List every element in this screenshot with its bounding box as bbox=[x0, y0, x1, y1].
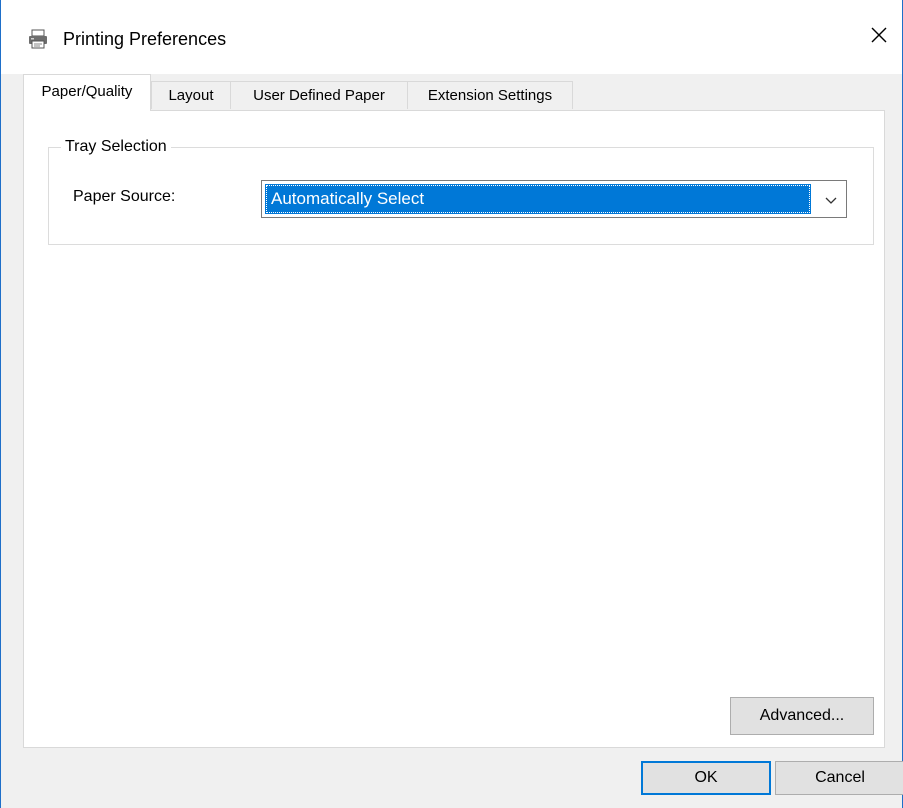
ok-button[interactable]: OK bbox=[641, 761, 771, 795]
tab-label: Paper/Quality bbox=[41, 83, 133, 100]
group-legend: Tray Selection bbox=[61, 136, 171, 158]
tab-extension-settings[interactable]: Extension Settings bbox=[407, 81, 573, 109]
close-button[interactable] bbox=[856, 12, 902, 58]
window-title: Printing Preferences bbox=[63, 29, 227, 49]
paper-source-value: Automatically Select bbox=[265, 184, 811, 214]
paper-quality-panel: Tray Selection Paper Source: Automatical… bbox=[23, 110, 885, 748]
tab-layout[interactable]: Layout bbox=[151, 81, 231, 109]
chevron-down-icon bbox=[824, 193, 838, 207]
advanced-button[interactable]: Advanced... bbox=[730, 697, 874, 735]
printer-icon bbox=[27, 28, 49, 50]
tab-label: Layout bbox=[168, 87, 214, 104]
paper-source-select[interactable]: Automatically Select bbox=[261, 180, 847, 218]
tab-label: Extension Settings bbox=[427, 87, 553, 104]
tray-selection-group: Tray Selection Paper Source: Automatical… bbox=[48, 136, 874, 245]
title-bar: Printing Preferences bbox=[1, 0, 902, 74]
tab-user-defined-paper[interactable]: User Defined Paper bbox=[230, 81, 408, 109]
close-icon bbox=[871, 27, 887, 43]
cancel-button[interactable]: Cancel bbox=[775, 761, 903, 795]
paper-source-label: Paper Source: bbox=[73, 188, 176, 205]
tab-label: User Defined Paper bbox=[253, 87, 385, 104]
printing-preferences-dialog: Printing Preferences Paper/Quality Layou… bbox=[0, 0, 903, 808]
tab-paper-quality[interactable]: Paper/Quality bbox=[23, 74, 151, 111]
